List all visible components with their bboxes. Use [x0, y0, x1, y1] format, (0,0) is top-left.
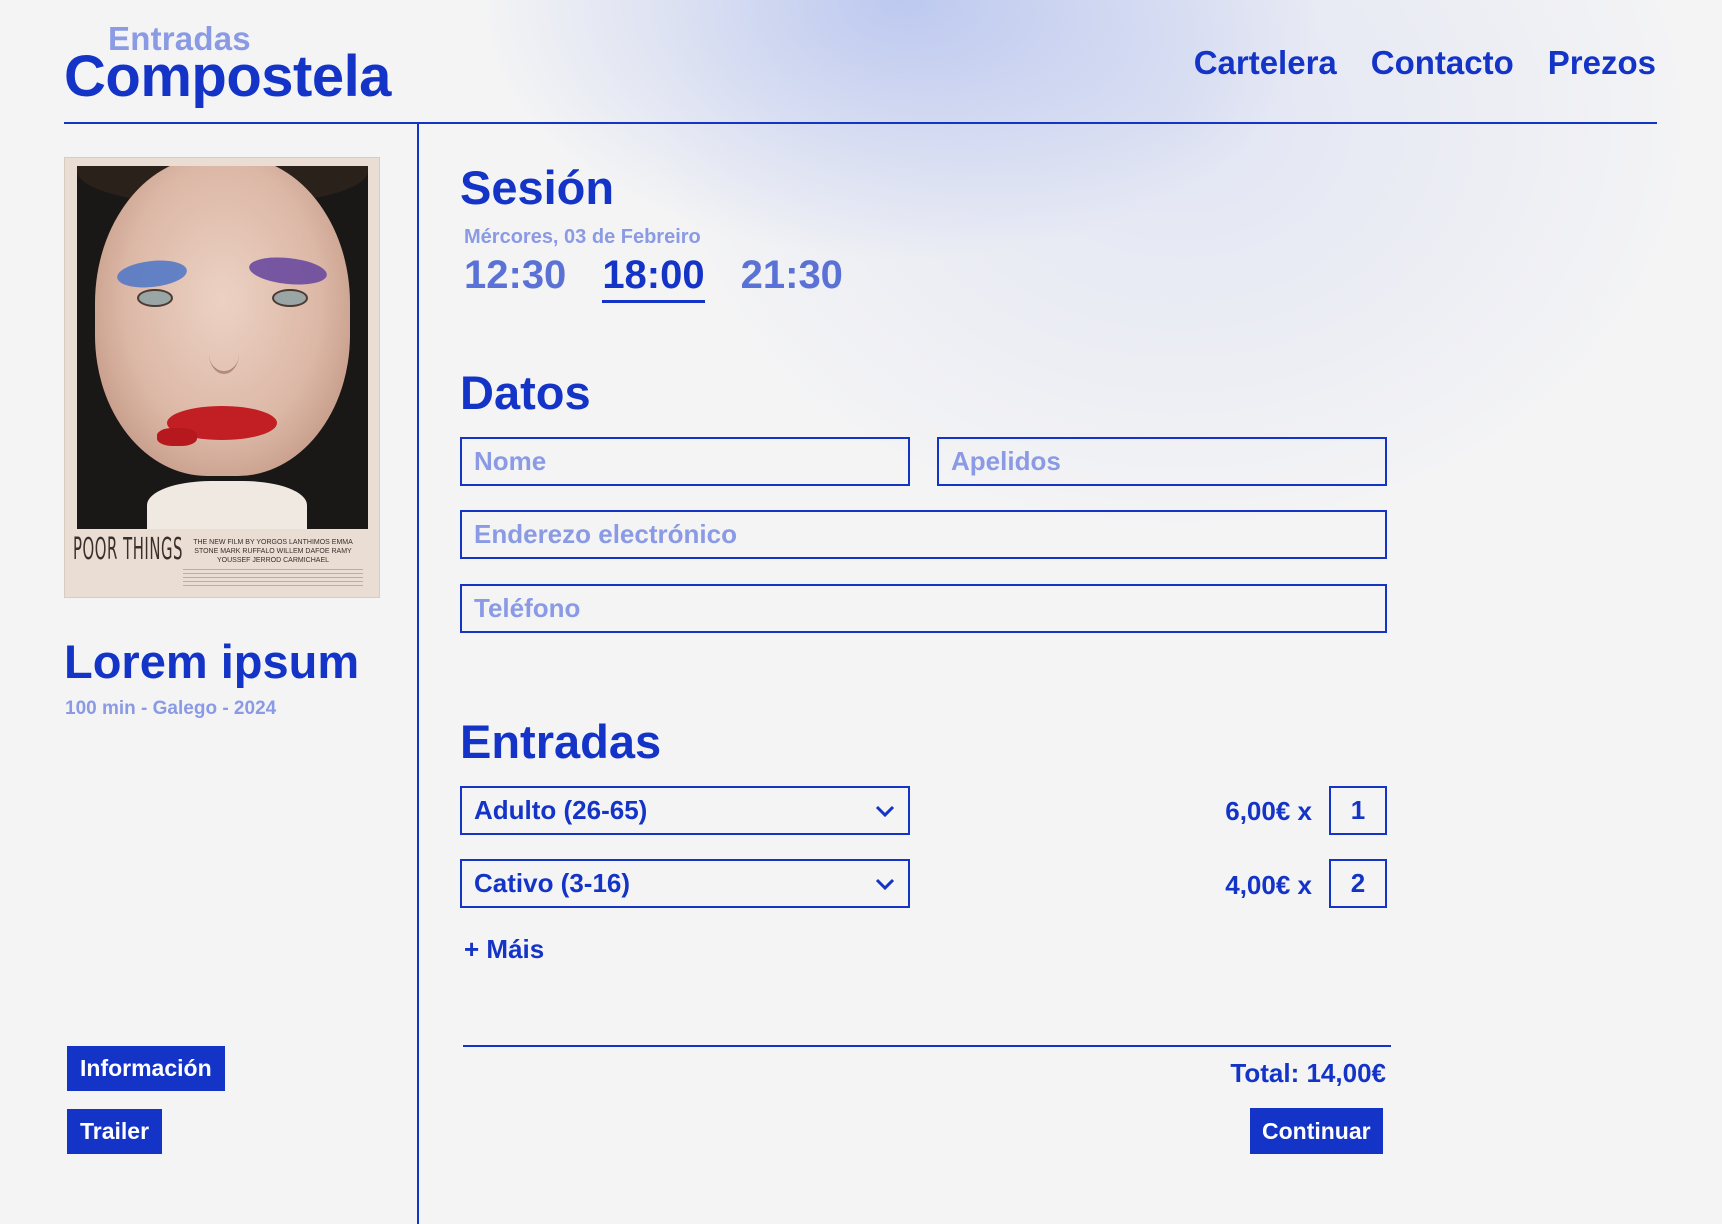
chevron-down-icon [875, 805, 895, 817]
telefono-input[interactable] [460, 584, 1387, 633]
movie-poster: POOR THINGS THE NEW FILM BY YORGOS LANTH… [64, 157, 380, 598]
ticket-type-select-1[interactable]: Adulto (26-65) [460, 786, 910, 835]
add-more-tickets-link[interactable]: + Máis [464, 934, 544, 965]
ticket-price: 4,00€ x [1225, 870, 1312, 900]
poster-fine-print [183, 566, 363, 586]
continue-button[interactable]: Continuar [1250, 1108, 1383, 1154]
time-option-2130[interactable]: 21:30 [741, 253, 843, 303]
column-divider [417, 123, 419, 1224]
ticket-price: 6,00€ x [1225, 796, 1312, 826]
poster-title: POOR THINGS [73, 532, 184, 567]
ticket-quantity-input[interactable]: 2 [1329, 859, 1387, 908]
total-divider [463, 1045, 1391, 1047]
nav-item-contacto[interactable]: Contacto [1371, 44, 1514, 82]
poster-photo [77, 166, 368, 529]
time-option-1230[interactable]: 12:30 [464, 253, 566, 303]
nav-item-cartelera[interactable]: Cartelera [1194, 44, 1337, 82]
info-button[interactable]: Información [67, 1046, 225, 1091]
ticket-type-select-2[interactable]: Cativo (3-16) [460, 859, 910, 908]
chevron-down-icon [875, 878, 895, 890]
ticket-type-value: Adulto (26-65) [474, 795, 648, 825]
entradas-heading: Entradas [460, 715, 662, 768]
nav-item-prezos[interactable]: Prezos [1548, 44, 1656, 82]
session-date: Mércores, 03 de Febreiro [464, 226, 701, 248]
poster-credits: THE NEW FILM BY YORGOS LANTHIMOS EMMA ST… [193, 539, 353, 564]
top-nav: Cartelera Contacto Prezos [1194, 44, 1656, 82]
trailer-button[interactable]: Trailer [67, 1109, 163, 1154]
apelidos-input[interactable] [937, 437, 1387, 486]
ticket-quantity-input[interactable]: 1 [1329, 786, 1387, 835]
session-times: 12:30 18:00 21:30 [464, 253, 843, 303]
total-amount: Total: 14,00€ [1230, 1058, 1386, 1088]
header-divider [64, 122, 1657, 124]
movie-meta: 100 min - Galego - 2024 [65, 698, 277, 719]
datos-heading: Datos [460, 366, 591, 419]
email-input[interactable] [460, 510, 1387, 559]
movie-title: Lorem ipsum [64, 635, 360, 688]
time-option-1800-selected[interactable]: 18:00 [602, 253, 705, 303]
session-heading: Sesión [460, 161, 615, 214]
nome-input[interactable] [460, 437, 910, 486]
ticket-type-value: Cativo (3-16) [474, 868, 631, 898]
brand-main-text: Compostela [64, 44, 391, 109]
